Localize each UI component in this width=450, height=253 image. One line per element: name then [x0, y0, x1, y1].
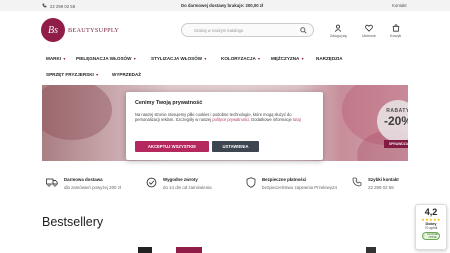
feature-subtitle: bezpieczeństwo zapewnia Przelewy24	[262, 185, 337, 190]
return-icon	[146, 177, 157, 189]
feature-subtitle: dla zamówień powyżej 200 zł	[64, 185, 121, 190]
cookie-buttons: AKCEPTUJ WSZYSTKIE USTAWIENIA	[135, 141, 259, 152]
contact-link[interactable]: Kontakt	[392, 3, 407, 8]
feature-contact[interactable]: Szybki kontakt 22 299 02 58	[352, 177, 399, 190]
feature-free-shipping: Darmowa dostawa dla zamówień powyżej 200…	[46, 177, 121, 190]
logo-monogram: Bs	[41, 18, 65, 42]
reviews-widget[interactable]: 4,2 ★★★★★ Dobry 70 opinii ✓ ZAUFANE OPINI…	[415, 204, 447, 250]
cookie-text: Na naszej stronie stosujemy pliki cookie…	[135, 112, 314, 123]
menu-item-wyprzedaz[interactable]: WYPRZEDAŻ	[112, 72, 141, 77]
check-icon: ✓	[423, 234, 426, 238]
favorites-label: Ulubione	[362, 34, 376, 38]
feature-title: Wygodne zwroty	[163, 177, 198, 182]
heart-icon	[365, 24, 373, 33]
site-logo[interactable]: Bs BEAUTYSUPPLY	[41, 18, 119, 42]
chevron-down-icon: ▼	[257, 56, 261, 61]
logo-name: BEAUTYSUPPLY	[68, 26, 120, 34]
menu-item-label: SPRZĘT FRYZJERSKI	[46, 72, 94, 77]
cookie-settings-button[interactable]: USTAWIENIA	[212, 141, 259, 152]
privacy-policy-link[interactable]: polityce prywatności	[212, 117, 249, 122]
menu-item-label: PIELĘGNACJA WŁOSÓW	[76, 56, 132, 61]
cart-label: Koszyk	[390, 34, 402, 38]
search-placeholder: Szukaj w naszym katalogu	[194, 28, 244, 33]
menu-item-label: KOLORYZACJA	[221, 56, 256, 61]
search-icon[interactable]	[300, 27, 307, 34]
menu-item-pielegnacja[interactable]: PIELĘGNACJA WŁOSÓW ▼	[76, 56, 136, 61]
menu-item-narzedzia[interactable]: NARZĘDZIA	[316, 56, 343, 61]
chevron-down-icon: ▼	[300, 56, 305, 61]
feature-subtitle: 22 299 02 58	[368, 185, 394, 190]
cart-button[interactable]: Koszyk	[390, 24, 401, 38]
product-thumbnail[interactable]	[366, 247, 376, 253]
accept-all-button[interactable]: AKCEPTUJ WSZYSTKIE	[135, 141, 209, 152]
phone-icon	[352, 177, 362, 188]
rating-count: 70 opinii	[424, 226, 438, 230]
favorites-button[interactable]: Ulubione	[362, 24, 376, 38]
feature-title: Darmowa dostawa	[64, 177, 103, 182]
user-icon	[334, 24, 342, 33]
cookie-title: Cenimy Twoją prywatność	[135, 100, 203, 106]
menu-item-label: NARZĘDZIA	[316, 56, 343, 61]
menu-item-label: WYPRZEDAŻ	[112, 72, 142, 77]
menu-item-mezczyzna[interactable]: MĘŻCZYZNA ▼	[271, 56, 304, 61]
trusted-reviews-badge: ✓ ZAUFANE OPINIE	[422, 232, 440, 240]
top-phone[interactable]: 22 299 02 58	[42, 3, 75, 9]
chevron-down-icon: ▼	[132, 56, 137, 61]
login-label: Zaloguj się	[330, 34, 347, 38]
feature-subtitle: do 14 dni od zamówienia	[163, 185, 212, 190]
search-input[interactable]: Szukaj w naszym katalogu	[181, 23, 314, 37]
product-thumbnail[interactable]	[176, 247, 202, 253]
menu-item-label: MARKI	[46, 56, 62, 61]
feature-title: Bezpieczne płatności	[262, 177, 307, 182]
cookie-consent-dialog: Cenimy Twoją prywatność Na naszej stroni…	[126, 92, 323, 160]
feature-secure-payments: Bezpieczne płatności bezpieczeństwo zape…	[246, 177, 337, 190]
chevron-down-icon: ▼	[95, 72, 99, 77]
menu-item-label: MĘŻCZYZNA	[271, 56, 300, 61]
feature-returns: Wygodne zwroty do 14 dni od zamówienia	[146, 177, 212, 190]
more-info-link[interactable]: tutaj	[293, 117, 301, 122]
chevron-down-icon: ▼	[62, 56, 67, 61]
feature-title: Szybki kontakt	[368, 177, 399, 182]
truck-icon	[46, 177, 58, 188]
menu-item-label: STYLIZACJA WŁOSÓW	[151, 56, 203, 61]
phone-icon	[42, 3, 47, 9]
cart-icon	[392, 24, 400, 33]
cookie-text-part2: . Dodatkowe informacje	[249, 117, 293, 123]
menu-item-stylizacja[interactable]: STYLIZACJA WŁOSÓW ▼	[151, 56, 207, 61]
free-shipping-info: Do darmowej dostawy brakuje: 200,00 zł	[181, 3, 264, 8]
section-title: Bestsellery	[42, 215, 104, 229]
trusted-reviews-label: ZAUFANE OPINIE	[426, 233, 439, 239]
rating-score: 4,2	[424, 207, 438, 217]
top-bar: 22 299 02 58 Do darmowej dostawy brakuje…	[0, 0, 450, 11]
top-phone-number: 22 299 02 58	[50, 3, 76, 9]
menu-item-marki[interactable]: MARKI ▼	[46, 56, 66, 61]
menu-item-sprzet[interactable]: SPRZĘT FRYZJERSKI ▼	[46, 72, 99, 77]
menu-item-koloryzacja[interactable]: KOLORYZACJA ▼	[221, 56, 261, 61]
product-thumbnail[interactable]	[138, 247, 152, 253]
login-button[interactable]: Zaloguj się	[330, 24, 347, 38]
shield-icon	[246, 177, 256, 189]
chevron-down-icon: ▼	[203, 56, 208, 61]
